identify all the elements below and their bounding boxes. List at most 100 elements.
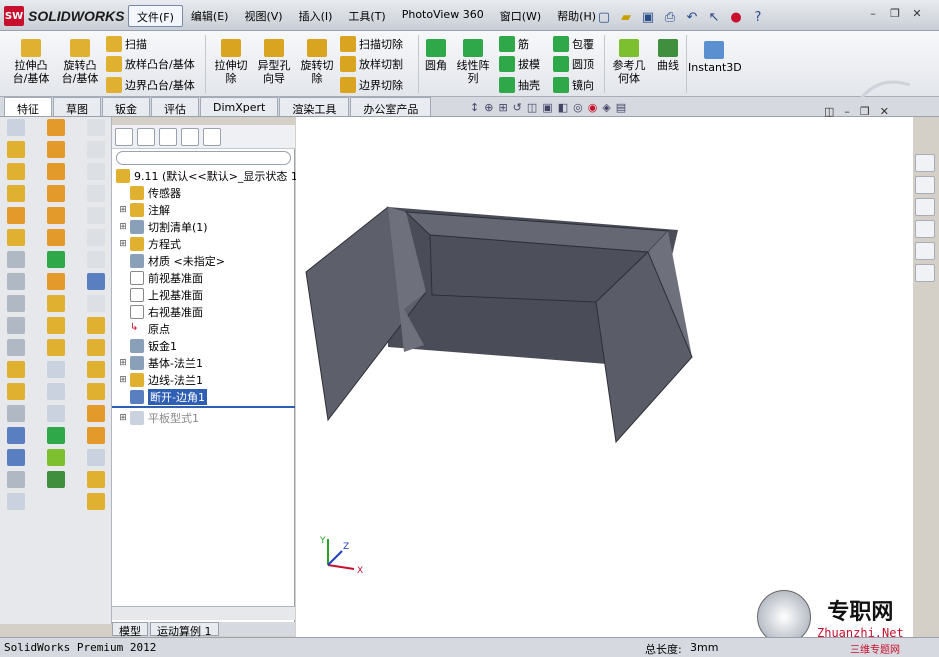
tab-sketch[interactable]: 草图	[53, 97, 101, 116]
tree-item[interactable]: ⊞ 边线-法兰1	[118, 372, 203, 388]
tab-office-products[interactable]: 办公室产品	[350, 97, 432, 116]
minimize-icon[interactable]: –	[866, 6, 880, 20]
tool-icon[interactable]	[47, 317, 65, 334]
instant3d-button[interactable]: Instant3D	[688, 41, 742, 74]
tree-item[interactable]: 上视基准面	[118, 287, 203, 303]
tool-icon[interactable]	[47, 251, 65, 268]
tool-icon[interactable]	[7, 493, 25, 510]
sweep-button[interactable]: 扫描	[106, 35, 147, 53]
save-icon[interactable]: ▣	[640, 9, 656, 25]
tree-root-part[interactable]: 9.11 (默认<<默认>_显示状态 1	[114, 168, 298, 184]
tool-icon[interactable]	[7, 273, 25, 290]
tool-icon[interactable]	[87, 361, 105, 378]
tool-icon[interactable]	[87, 229, 105, 246]
tool-icon[interactable]	[7, 295, 25, 312]
tool-icon[interactable]	[47, 229, 65, 246]
expand-icon[interactable]: ⊞	[118, 413, 128, 423]
tree-item[interactable]: 材质 <未指定>	[118, 253, 225, 269]
tab-model[interactable]: 模型	[112, 622, 148, 638]
tab-features[interactable]: 特征	[4, 97, 52, 116]
tool-icon[interactable]	[87, 185, 105, 202]
menu-file[interactable]: 文件(F)	[128, 5, 183, 27]
tree-filter-input[interactable]	[116, 151, 291, 165]
menu-edit[interactable]: 编辑(E)	[183, 5, 237, 27]
display-manager-icon[interactable]	[203, 128, 221, 146]
edit-appearance-icon[interactable]: ◉	[588, 101, 598, 114]
rib-button[interactable]: 筋	[499, 35, 529, 53]
apply-scene-icon[interactable]: ◈	[602, 101, 610, 114]
tool-icon[interactable]	[7, 361, 25, 378]
tool-icon[interactable]	[7, 471, 25, 488]
tool-icon[interactable]	[7, 163, 25, 180]
view-palette-icon[interactable]	[915, 220, 935, 238]
tool-icon[interactable]	[47, 273, 65, 290]
menu-view[interactable]: 视图(V)	[236, 5, 290, 27]
tool-icon[interactable]	[47, 427, 65, 444]
tool-icon[interactable]	[7, 141, 25, 158]
tool-icon[interactable]	[7, 119, 25, 136]
tree-item[interactable]: 右视基准面	[118, 304, 203, 320]
menu-insert[interactable]: 插入(I)	[291, 5, 341, 27]
revolve-boss-button[interactable]: 旋转凸 台/基体	[56, 39, 104, 85]
tool-icon[interactable]	[87, 317, 105, 334]
tool-icon[interactable]	[87, 427, 105, 444]
display-style-icon[interactable]: ◧	[558, 101, 568, 114]
property-manager-icon[interactable]	[137, 128, 155, 146]
feature-manager-icon[interactable]	[115, 128, 133, 146]
tool-icon[interactable]	[47, 339, 65, 356]
rebuild-traffic-light-icon[interactable]: ●	[728, 9, 744, 25]
tool-icon[interactable]	[47, 471, 65, 488]
tool-icon[interactable]	[7, 383, 25, 400]
tool-icon[interactable]	[47, 163, 65, 180]
hole-wizard-button[interactable]: 异型孔 向导	[252, 39, 296, 85]
hide-show-items-icon[interactable]: ◎	[573, 101, 583, 114]
tool-icon[interactable]	[47, 383, 65, 400]
tool-icon[interactable]	[47, 141, 65, 158]
tool-icon[interactable]	[87, 471, 105, 488]
tab-motion-study[interactable]: 运动算例 1	[150, 622, 219, 638]
lofted-cut-button[interactable]: 放样切割	[340, 55, 403, 73]
zoom-to-fit-icon[interactable]: ⊕	[484, 101, 493, 114]
tool-icon[interactable]	[87, 207, 105, 224]
tab-render-tools[interactable]: 渲染工具	[279, 97, 350, 116]
design-library-icon[interactable]	[915, 176, 935, 194]
restore-icon[interactable]: ❐	[888, 6, 902, 20]
normal-to-icon[interactable]: ↕	[470, 101, 479, 114]
reference-geometry-button[interactable]: 参考几 何体	[608, 39, 650, 85]
linear-pattern-button[interactable]: 线性阵 列	[452, 39, 494, 85]
tool-icon[interactable]	[87, 273, 105, 290]
tree-item[interactable]: ⊞ 基体-法兰1	[118, 355, 203, 371]
file-explorer-icon[interactable]	[915, 198, 935, 216]
tree-item[interactable]: ↳ 原点	[118, 321, 170, 337]
tool-icon[interactable]	[7, 427, 25, 444]
tree-horizontal-scrollbar[interactable]	[112, 606, 295, 620]
wrap-button[interactable]: 包覆	[553, 35, 594, 53]
tool-icon[interactable]	[87, 251, 105, 268]
draft-button[interactable]: 拔模	[499, 55, 540, 73]
tab-evaluate[interactable]: 评估	[151, 97, 199, 116]
dome-button[interactable]: 圆顶	[553, 55, 594, 73]
tool-icon[interactable]	[87, 163, 105, 180]
previous-view-icon[interactable]: ↺	[513, 101, 522, 114]
menu-tools[interactable]: 工具(T)	[340, 5, 393, 27]
tool-icon[interactable]	[47, 119, 65, 136]
appearances-icon[interactable]	[915, 242, 935, 260]
rollback-bar[interactable]	[112, 406, 295, 408]
loft-boss-button[interactable]: 放样凸台/基体	[106, 55, 195, 73]
tool-icon[interactable]	[7, 207, 25, 224]
tool-icon[interactable]	[47, 207, 65, 224]
tool-icon[interactable]	[87, 405, 105, 422]
tool-icon[interactable]	[87, 141, 105, 158]
tool-icon[interactable]	[7, 449, 25, 466]
print-icon[interactable]: ⎙	[662, 9, 678, 25]
boundary-cut-button[interactable]: 边界切除	[340, 76, 403, 94]
swept-cut-button[interactable]: 扫描切除	[340, 35, 403, 53]
tool-icon[interactable]	[7, 229, 25, 246]
expand-icon[interactable]: ⊞	[118, 375, 128, 385]
configuration-manager-icon[interactable]	[159, 128, 177, 146]
tool-icon[interactable]	[47, 295, 65, 312]
help-icon[interactable]: ?	[750, 9, 766, 25]
tool-icon[interactable]	[87, 339, 105, 356]
tree-item[interactable]: ⊞ 平板型式1	[118, 410, 199, 426]
fillet-button[interactable]: 圆角	[420, 39, 452, 72]
